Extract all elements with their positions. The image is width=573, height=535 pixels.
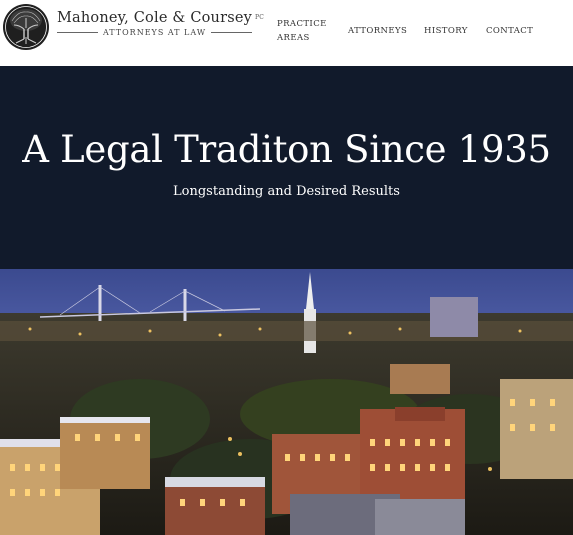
tree-icon[interactable] bbox=[2, 3, 50, 51]
hero-title: A Legal Traditon Since 1935 bbox=[22, 128, 551, 171]
brand-rule: ATTORNEYS AT LAW bbox=[57, 28, 252, 37]
hero-subtitle: Longstanding and Desired Results bbox=[173, 184, 400, 199]
brand-logo[interactable]: Mahoney, Cole & Coursey PC ATTORNEYS AT L… bbox=[57, 10, 264, 37]
brand-name-text: Mahoney, Cole & Coursey bbox=[57, 10, 253, 26]
brand-suffix: PC bbox=[255, 14, 265, 21]
nav-practice-areas-line1: PRACTICE bbox=[277, 19, 327, 29]
brand-subtitle: ATTORNEYS AT LAW bbox=[102, 28, 207, 37]
nav-practice-areas-line2: AREAS bbox=[277, 33, 310, 43]
nav-attorneys[interactable]: ATTORNEYS bbox=[348, 24, 407, 38]
brand-name: Mahoney, Cole & Coursey PC bbox=[57, 10, 264, 26]
city-skyline-photo bbox=[0, 269, 573, 535]
rule-right bbox=[211, 32, 252, 33]
rule-left bbox=[57, 32, 98, 33]
nav-practice-areas[interactable]: PRACTICE AREAS bbox=[277, 17, 337, 45]
site-header: Mahoney, Cole & Coursey PC ATTORNEYS AT L… bbox=[0, 0, 573, 66]
nav-contact[interactable]: CONTACT bbox=[486, 24, 533, 38]
nav-history[interactable]: HISTORY bbox=[424, 24, 468, 38]
